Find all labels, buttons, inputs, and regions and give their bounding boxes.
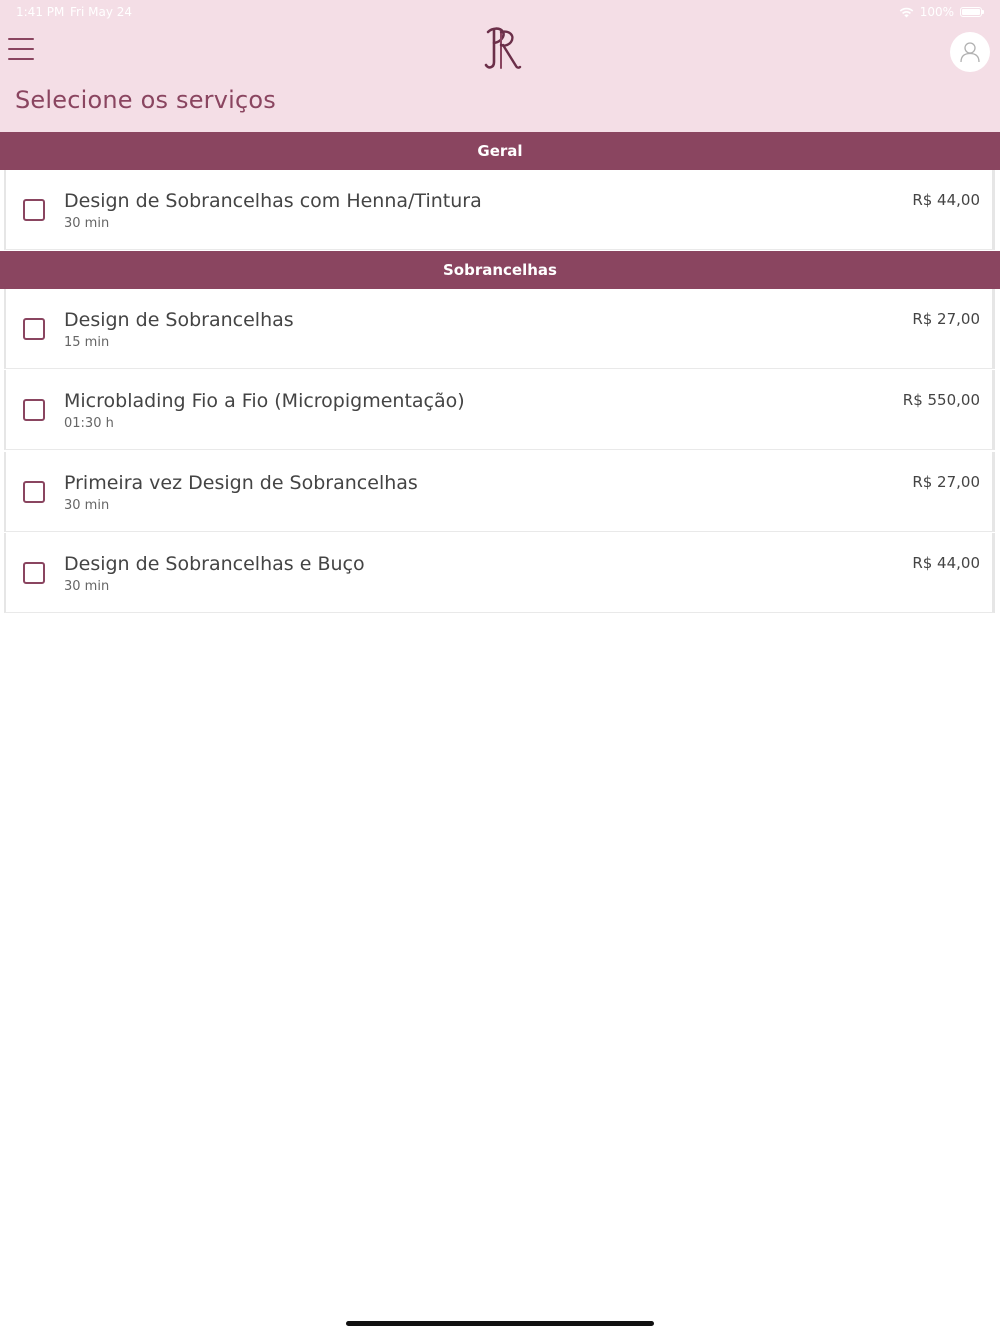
service-name: Design de Sobrancelhas bbox=[64, 309, 294, 331]
service-row[interactable]: Design de Sobrancelhas com Henna/Tintura… bbox=[4, 170, 995, 250]
app-header: 1:41 PM Fri May 24 100% Selecione os ser… bbox=[0, 0, 1000, 132]
status-indicators: 100% bbox=[899, 5, 984, 19]
service-name: Design de Sobrancelhas com Henna/Tintura bbox=[64, 190, 482, 212]
service-duration: 15 min bbox=[64, 335, 110, 350]
service-duration: 30 min bbox=[64, 216, 110, 231]
service-price: R$ 44,00 bbox=[912, 191, 980, 209]
status-bar: 1:41 PM Fri May 24 100% bbox=[0, 0, 1000, 24]
section-header-geral: Geral bbox=[0, 132, 1000, 170]
service-price: R$ 27,00 bbox=[912, 310, 980, 328]
battery-percentage: 100% bbox=[919, 5, 954, 19]
service-row[interactable]: Design de Sobrancelhas e Buço 30 min R$ … bbox=[4, 533, 995, 613]
service-row[interactable]: Design de Sobrancelhas 15 min R$ 27,00 bbox=[4, 289, 995, 369]
service-checkbox[interactable] bbox=[23, 399, 45, 421]
service-name: Primeira vez Design de Sobrancelhas bbox=[64, 472, 418, 494]
service-duration: 01:30 h bbox=[64, 416, 114, 431]
service-checkbox[interactable] bbox=[23, 199, 45, 221]
service-checkbox[interactable] bbox=[23, 481, 45, 503]
service-row[interactable]: Primeira vez Design de Sobrancelhas 30 m… bbox=[4, 452, 995, 532]
page-title: Selecione os serviços bbox=[15, 86, 276, 114]
service-checkbox[interactable] bbox=[23, 562, 45, 584]
service-price: R$ 44,00 bbox=[912, 554, 980, 572]
service-price: R$ 550,00 bbox=[902, 391, 980, 409]
service-checkbox[interactable] bbox=[23, 318, 45, 340]
service-name: Microblading Fio a Fio (Micropigmentação… bbox=[64, 390, 465, 412]
status-date: Fri May 24 bbox=[70, 5, 133, 19]
status-time: 1:41 PM bbox=[16, 5, 65, 19]
hamburger-menu-icon[interactable] bbox=[8, 38, 36, 64]
service-duration: 30 min bbox=[64, 498, 110, 513]
battery-icon bbox=[960, 7, 984, 17]
service-price: R$ 27,00 bbox=[912, 473, 980, 491]
section-header-sobrancelhas: Sobrancelhas bbox=[0, 251, 1000, 289]
service-duration: 30 min bbox=[64, 579, 110, 594]
service-name: Design de Sobrancelhas e Buço bbox=[64, 553, 365, 575]
wifi-icon bbox=[899, 7, 914, 18]
home-indicator bbox=[346, 1321, 654, 1326]
service-row[interactable]: Microblading Fio a Fio (Micropigmentação… bbox=[4, 370, 995, 450]
brand-monogram-logo bbox=[474, 22, 526, 74]
user-profile-icon[interactable] bbox=[950, 32, 990, 72]
